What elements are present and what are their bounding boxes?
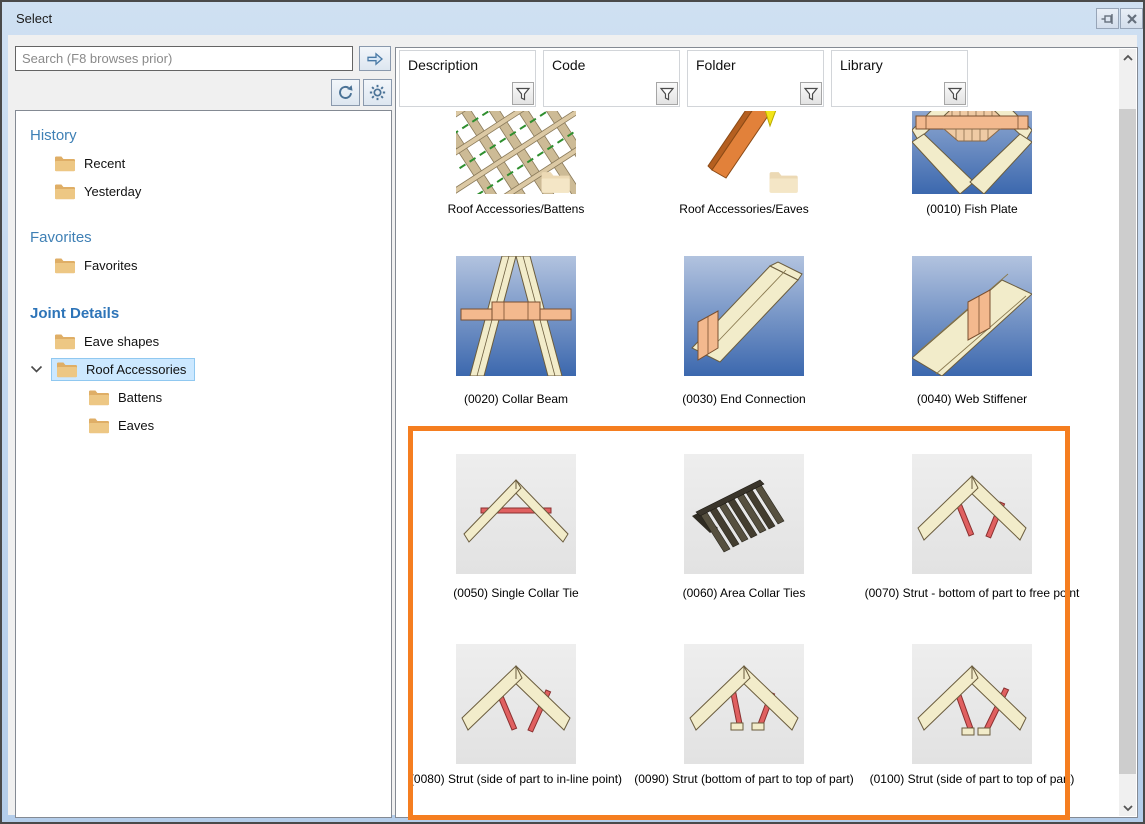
item-caption: (0050) Single Collar Tie: [402, 586, 630, 601]
column-headers: Description Code Folder Library: [399, 50, 968, 107]
item-caption: (0070) Strut - bottom of part to free po…: [858, 586, 1086, 601]
thumbnail-strut-0090: [684, 644, 804, 764]
selected-tree-item: Roof Accessories: [51, 358, 195, 381]
thumbnail-end-connection: [684, 256, 804, 376]
folder-tree: History Recent Yesterday Favorites Favor…: [15, 110, 392, 818]
thumbnail-web-stiffener: [912, 256, 1032, 376]
library-item-strut-0100[interactable]: (0100) Strut (side of part to top of par…: [858, 644, 1086, 787]
grid-row-4: (0080) Strut (side of part to in-line po…: [402, 644, 1104, 787]
search-go-button[interactable]: [359, 46, 391, 71]
filter-funnel-icon: [515, 86, 531, 102]
thumbnail-strut-0100: [912, 644, 1032, 764]
library-item-battens-folder[interactable]: Roof Accessories/Battens: [402, 111, 630, 217]
filter-funnel-icon: [947, 86, 963, 102]
item-caption: (0040) Web Stiffener: [858, 392, 1086, 407]
filter-button-description[interactable]: [512, 82, 534, 105]
folder-icon: [88, 417, 109, 434]
column-header-code[interactable]: Code: [543, 50, 680, 107]
scroll-up-icon: [1123, 54, 1133, 62]
search-input[interactable]: [15, 46, 353, 71]
refresh-button[interactable]: [331, 79, 360, 106]
pin-button[interactable]: [1096, 8, 1119, 29]
folder-icon: [56, 361, 77, 378]
tree-section-joint-details: Joint Details: [30, 305, 391, 322]
library-item-strut-0070[interactable]: (0070) Strut - bottom of part to free po…: [858, 454, 1086, 601]
library-item-strut-0090[interactable]: (0090) Strut (bottom of part to top of p…: [630, 644, 858, 787]
pin-icon: [1101, 12, 1115, 26]
thumbnail-single-collar-tie: [456, 454, 576, 574]
item-caption: Roof Accessories/Battens: [402, 202, 630, 217]
tree-item-recent[interactable]: Recent: [54, 149, 391, 177]
item-caption: (0010) Fish Plate: [858, 202, 1086, 217]
thumbnail-collar-beam: [456, 256, 576, 376]
scroll-down-button[interactable]: [1119, 799, 1136, 816]
filter-button-library[interactable]: [944, 82, 966, 105]
tree-item-eaves[interactable]: Eaves: [88, 411, 391, 439]
folder-overlay-icon: [540, 170, 570, 194]
grid-row-2: (0020) Collar Beam (0030) End Connection: [402, 256, 1104, 407]
thumbnail-eaves: [684, 111, 804, 194]
folder-icon: [88, 389, 109, 406]
column-header-description[interactable]: Description: [399, 50, 536, 107]
vertical-scrollbar[interactable]: [1119, 49, 1136, 816]
settings-button[interactable]: [363, 79, 392, 106]
thumbnail-area-collar-ties: [684, 454, 804, 574]
close-icon: [1125, 12, 1139, 26]
item-caption: (0030) End Connection: [630, 392, 858, 407]
library-item-eaves-folder[interactable]: Roof Accessories/Eaves: [630, 111, 858, 217]
scrollbar-thumb[interactable]: [1119, 109, 1136, 774]
tree-item-yesterday[interactable]: Yesterday: [54, 177, 391, 205]
titlebar: Select: [2, 2, 1143, 36]
scroll-down-icon: [1123, 804, 1133, 812]
go-arrow-icon: [365, 51, 385, 67]
filter-funnel-icon: [659, 86, 675, 102]
select-dialog: Select History Recent Yesterday Favorite…: [0, 0, 1145, 824]
column-header-library[interactable]: Library: [831, 50, 968, 107]
column-header-folder[interactable]: Folder: [687, 50, 824, 107]
library-item-web-stiffener[interactable]: (0040) Web Stiffener: [858, 256, 1086, 407]
filter-button-folder[interactable]: [800, 82, 822, 105]
library-item-collar-beam[interactable]: (0020) Collar Beam: [402, 256, 630, 407]
tree-item-roof-accessories[interactable]: Roof Accessories: [30, 355, 391, 383]
library-item-area-collar-ties[interactable]: (0060) Area Collar Ties: [630, 454, 858, 601]
results-panel: Description Code Folder Library: [395, 47, 1138, 818]
library-item-fish-plate[interactable]: (0010) Fish Plate: [858, 111, 1086, 217]
grid-row-3: (0050) Single Collar Tie: [402, 454, 1104, 601]
library-item-end-connection[interactable]: (0030) End Connection: [630, 256, 858, 407]
folder-icon: [54, 257, 75, 274]
filter-button-code[interactable]: [656, 82, 678, 105]
thumbnail-fish-plate: [912, 111, 1032, 194]
thumbnail-strut-0080: [456, 644, 576, 764]
refresh-icon: [337, 84, 354, 101]
item-caption: (0020) Collar Beam: [402, 392, 630, 407]
tree-item-eave-shapes[interactable]: Eave shapes: [54, 327, 391, 355]
library-item-strut-0080[interactable]: (0080) Strut (side of part to in-line po…: [402, 644, 630, 787]
close-button[interactable]: [1120, 8, 1143, 29]
window-title: Select: [16, 11, 52, 26]
folder-icon: [54, 155, 75, 172]
filter-funnel-icon: [803, 86, 819, 102]
item-caption: (0080) Strut (side of part to in-line po…: [402, 772, 630, 787]
tree-item-favorites[interactable]: Favorites: [54, 251, 391, 279]
library-item-single-collar-tie[interactable]: (0050) Single Collar Tie: [402, 454, 630, 601]
folder-icon: [54, 183, 75, 200]
item-caption: (0100) Strut (side of part to top of par…: [858, 772, 1086, 787]
tree-item-battens[interactable]: Battens: [88, 383, 391, 411]
scroll-up-button[interactable]: [1119, 49, 1136, 66]
chevron-down-icon[interactable]: [30, 364, 43, 374]
folder-icon: [54, 333, 75, 350]
item-caption: Roof Accessories/Eaves: [630, 202, 858, 217]
gear-icon: [369, 84, 386, 101]
folder-overlay-icon: [768, 170, 798, 194]
item-caption: (0060) Area Collar Ties: [630, 586, 858, 601]
grid-row-1: Roof Accessories/Battens Roof Accessorie…: [402, 111, 1104, 217]
item-caption: (0090) Strut (bottom of part to top of p…: [630, 772, 858, 787]
thumbnail-strut-0070: [912, 454, 1032, 574]
tree-section-favorites: Favorites: [30, 229, 391, 246]
thumbnail-battens: [456, 111, 576, 194]
tree-section-history: History: [30, 127, 391, 144]
